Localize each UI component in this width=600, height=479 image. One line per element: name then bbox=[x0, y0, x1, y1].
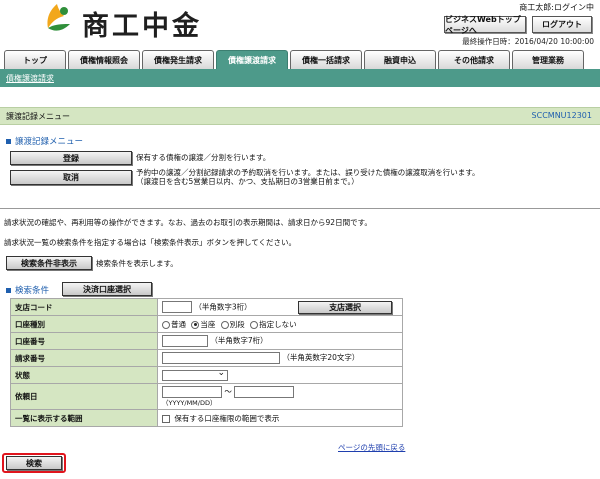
account-number-label: 口座番号 bbox=[10, 332, 158, 350]
bizweb-top-button[interactable]: ビジネスWebトップページへ bbox=[444, 15, 526, 35]
form-row-display-scope: 一覧に表示する範囲 保有する口座権限の範囲で表示 bbox=[10, 409, 403, 427]
search-section-heading: 検索条件 bbox=[6, 284, 49, 296]
search-section-title: 検索条件 bbox=[15, 286, 50, 296]
form-row-account-type: 口座種別 普通 当座 別段 指定しない bbox=[10, 315, 403, 333]
brand-name: 商工中金 bbox=[82, 11, 202, 42]
radio-futsu[interactable] bbox=[162, 320, 170, 329]
status-select[interactable] bbox=[162, 368, 228, 381]
request-date-hint: （YYYY/MM/DD） bbox=[162, 398, 217, 407]
search-toggle-button[interactable]: 検索条件非表示 bbox=[6, 256, 92, 270]
status-cell bbox=[157, 366, 403, 384]
logout-button[interactable]: ログアウト bbox=[532, 16, 592, 33]
branch-code-cell: （半角数字3桁） 支店選択 bbox=[157, 298, 403, 316]
tab-other-requests[interactable]: その他請求 bbox=[438, 50, 510, 69]
radio-futsu-label: 普通 bbox=[171, 319, 186, 329]
request-number-hint: （半角英数字20文字） bbox=[282, 353, 360, 362]
form-row-account-number: 口座番号 （半角数字7桁） bbox=[10, 332, 403, 350]
account-type-cell: 普通 当座 別段 指定しない bbox=[157, 315, 403, 333]
cancel-description-1: 予約中の譲渡／分割記録請求の予約取消を行います。または、誤り受けた債権の譲渡取消… bbox=[136, 168, 480, 177]
request-date-to-input[interactable] bbox=[234, 385, 295, 398]
register-description: 保有する債権の譲渡／分割を行います。 bbox=[136, 153, 271, 162]
radio-betsudan-label: 別段 bbox=[229, 319, 245, 329]
tab-claim-bulk[interactable]: 債権一括請求 bbox=[290, 50, 362, 69]
radio-unspecified[interactable] bbox=[250, 320, 259, 329]
form-row-request-date: 依頼日 ～ （YYYY/MM/DD） bbox=[10, 383, 403, 410]
branch-code-input[interactable] bbox=[162, 301, 192, 313]
user-status: 商工太郎:ログイン中 bbox=[519, 3, 594, 12]
brand-logo-icon bbox=[47, 4, 70, 31]
display-scope-label: 一覧に表示する範囲 bbox=[10, 409, 158, 427]
screen-code: SCCMNU12301 bbox=[531, 111, 592, 120]
cancel-button[interactable]: 取消 bbox=[10, 170, 132, 185]
page-title: 譲渡記録メニュー bbox=[6, 112, 70, 121]
main-nav: トップ 債権情報照会 債権発生請求 債権譲渡請求 債権一括請求 融資申込 その他… bbox=[4, 50, 596, 69]
account-number-cell: （半角数字7桁） bbox=[157, 332, 403, 350]
radio-toza-label: 当座 bbox=[200, 319, 216, 329]
divider bbox=[0, 208, 600, 209]
display-scope-checkbox[interactable] bbox=[162, 414, 170, 423]
branch-select-button[interactable]: 支店選択 bbox=[298, 300, 393, 314]
breadcrumb[interactable]: 債権譲渡請求 bbox=[6, 73, 54, 84]
request-date-cell: ～ （YYYY/MM/DD） bbox=[157, 383, 403, 410]
display-scope-cell: 保有する口座権限の範囲で表示 bbox=[157, 409, 403, 427]
info-line-1: 請求状況の確認や、再利用等の操作ができます。なお、過去のお取引の表示期間は、請求… bbox=[4, 218, 372, 227]
register-button[interactable]: 登録 bbox=[10, 151, 132, 165]
info-line-2: 請求状況一覧の検索条件を指定する場合は「検索条件表示」ボタンを押してください。 bbox=[4, 238, 297, 247]
form-row-branch-code: 支店コード （半角数字3桁） 支店選択 bbox=[10, 298, 403, 316]
tab-top[interactable]: トップ bbox=[4, 50, 66, 69]
branch-code-hint: （半角数字3桁） bbox=[194, 302, 252, 311]
tab-claim-issue[interactable]: 債権発生請求 bbox=[142, 50, 214, 69]
request-number-cell: （半角英数字20文字） bbox=[157, 349, 403, 367]
square-bullet-icon bbox=[6, 138, 11, 144]
request-date-from-input[interactable] bbox=[162, 385, 222, 398]
account-type-label: 口座種別 bbox=[10, 315, 158, 333]
sub-nav-bar bbox=[0, 69, 600, 87]
search-form-table: 支店コード （半角数字3桁） 支店選択 口座種別 普通 当座 別段 指定しない … bbox=[10, 298, 403, 427]
request-number-input[interactable] bbox=[162, 352, 280, 364]
last-operation-time: 最終操作日時：2016/04/20 10:00:00 bbox=[462, 37, 594, 46]
search-toggle-description: 検索条件を表示します。 bbox=[96, 259, 178, 268]
page-top-link[interactable]: ページの先頭に戻る bbox=[338, 442, 405, 453]
request-number-label: 請求番号 bbox=[10, 349, 158, 367]
request-date-label: 依頼日 bbox=[10, 383, 158, 410]
form-row-request-number: 請求番号 （半角英数字20文字） bbox=[10, 349, 403, 367]
menu-section-heading: 譲渡記録メニュー bbox=[6, 135, 83, 147]
form-row-status: 状態 bbox=[10, 366, 403, 384]
tab-claim-transfer[interactable]: 債権譲渡請求 bbox=[216, 50, 288, 69]
radio-betsudan[interactable] bbox=[220, 320, 229, 329]
tab-admin[interactable]: 管理業務 bbox=[512, 50, 584, 69]
radio-unspecified-label: 指定しない bbox=[259, 319, 297, 329]
square-bullet-icon bbox=[6, 287, 11, 293]
tab-loan-application[interactable]: 融資申込 bbox=[364, 50, 436, 69]
menu-section-title: 譲渡記録メニュー bbox=[15, 137, 84, 147]
account-number-input[interactable] bbox=[162, 335, 208, 347]
tab-claim-inquiry[interactable]: 債権情報照会 bbox=[68, 50, 140, 69]
account-number-hint: （半角数字7桁） bbox=[210, 336, 268, 345]
status-label: 状態 bbox=[10, 366, 158, 384]
search-button[interactable]: 検索 bbox=[6, 456, 62, 470]
radio-toza[interactable] bbox=[191, 320, 200, 329]
branch-code-label: 支店コード bbox=[10, 298, 158, 316]
date-range-separator: ～ bbox=[224, 386, 232, 396]
cancel-description-2: （譲渡日を含む5営業日以内、かつ、支払期日の3営業日前まで。） bbox=[136, 177, 359, 186]
display-scope-checkbox-label: 保有する口座権限の範囲で表示 bbox=[174, 413, 280, 423]
page-title-bar bbox=[0, 107, 600, 125]
account-select-button[interactable]: 決済口座選択 bbox=[62, 282, 152, 296]
